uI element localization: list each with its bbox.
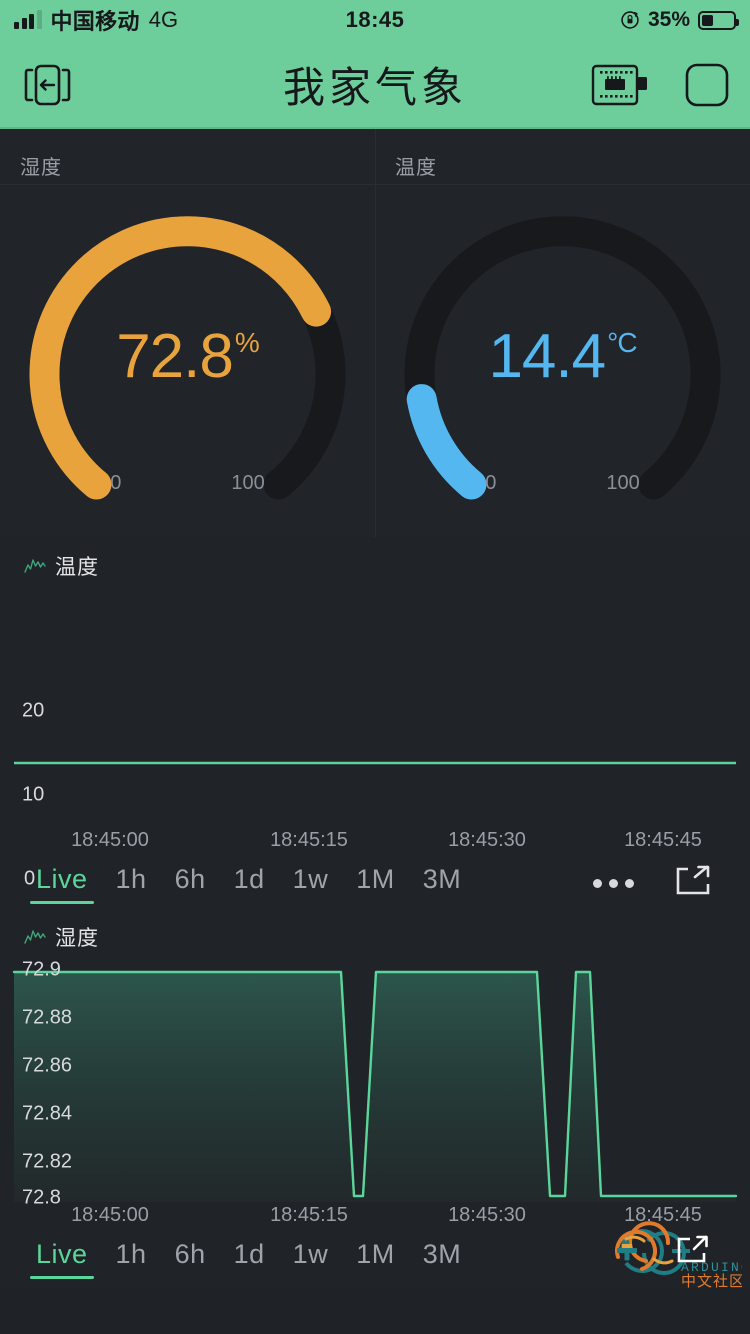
gauge-temperature-divider <box>375 184 750 185</box>
chart-humidity-plot: 72.9 72.88 72.86 72.84 72.82 72.8 <box>0 956 750 1209</box>
app-header: 我家气象 <box>0 40 750 129</box>
sparkline-icon <box>24 559 46 573</box>
battery-percent-label: 35% <box>647 8 690 31</box>
chart-humidity-title: 湿度 <box>55 927 99 950</box>
chart-temperature: 温度 20 10 0 18:45:00 18:45:15 18:45:30 18… <box>0 537 750 914</box>
chart-temperature-legend: 温度 <box>0 537 750 585</box>
carrier-label: 中国移动 <box>50 9 140 34</box>
chart-humidity: 湿度 72.9 72.88 72.86 72.84 72.82 72.8 18:… <box>0 914 750 1290</box>
gauge-temperature-number: 14.4 <box>488 322 606 391</box>
chart-humidity-range-tabs: Live 1h 6h 1d 1w 1M 3M <box>0 1227 750 1289</box>
rounded-square-icon[interactable] <box>684 62 730 108</box>
gauge-humidity-unit: % <box>234 327 260 358</box>
chart-temperature-range-tabs: Live 1h 6h 1d 1w 1M 3M <box>0 852 750 914</box>
range-tab-live[interactable]: Live <box>22 1237 102 1279</box>
range-tab-live[interactable]: Live <box>22 862 102 904</box>
gauge-humidity-dial: 72.8 % 0 100 <box>0 191 375 521</box>
gauge-temperature: 温度 14.4 °C 0 100 <box>375 129 750 537</box>
gauge-temperature-min: 0 <box>485 472 497 494</box>
chart-temperature-title: 温度 <box>55 556 99 579</box>
gauge-humidity-range: 0 100 <box>0 472 375 495</box>
rotation-lock-icon <box>621 11 639 29</box>
sparkline-icon <box>24 930 46 944</box>
microcontroller-board-icon[interactable] <box>590 62 652 108</box>
chart-humidity-legend: 湿度 <box>0 914 750 956</box>
range-tab-1M[interactable]: 1M <box>342 862 409 904</box>
expand-icon[interactable] <box>650 865 728 902</box>
range-tab-1h[interactable]: 1h <box>102 862 161 904</box>
gauge-temperature-max: 100 <box>606 472 640 494</box>
gauge-temperature-label: 温度 <box>395 157 437 179</box>
range-tab-1w[interactable]: 1w <box>279 862 343 904</box>
logout-icon[interactable] <box>20 61 74 109</box>
app-header-actions <box>590 62 730 108</box>
more-dots-icon[interactable] <box>577 878 650 888</box>
gauge-temperature-range: 0 100 <box>375 472 750 495</box>
gauge-humidity-number: 72.8 <box>116 322 234 391</box>
gauges-row: 湿度 72.8 % 0 100 温度 14.4 °C 0 100 <box>0 129 750 537</box>
status-bar: 中国移动 4G 18:45 35% <box>0 0 750 40</box>
range-tab-3M[interactable]: 3M <box>409 1237 476 1279</box>
chart-temperature-plot: 20 10 0 <box>0 585 750 890</box>
gauge-humidity: 湿度 72.8 % 0 100 <box>0 129 375 537</box>
gauge-humidity-max: 100 <box>231 472 265 494</box>
gauge-temperature-dial: 14.4 °C 0 100 <box>375 191 750 521</box>
range-tab-1w[interactable]: 1w <box>279 1237 343 1279</box>
range-tab-1d[interactable]: 1d <box>220 862 279 904</box>
range-tab-1M[interactable]: 1M <box>342 1237 409 1279</box>
gauge-humidity-label: 湿度 <box>20 157 62 179</box>
gauge-humidity-divider <box>0 184 375 185</box>
range-tab-1d[interactable]: 1d <box>220 1237 279 1279</box>
status-bar-right: 35% <box>620 8 739 32</box>
gauge-humidity-value: 72.8 % <box>0 321 375 392</box>
signal-bars-icon <box>14 10 42 29</box>
network-type-label: 4G <box>148 7 179 32</box>
gauge-temperature-unit: °C <box>607 327 637 358</box>
gauge-humidity-min: 0 <box>110 472 122 494</box>
range-tab-1h[interactable]: 1h <box>102 1237 161 1279</box>
range-tab-3M[interactable]: 3M <box>409 862 476 904</box>
status-bar-left: 中国移动 4G <box>14 4 178 36</box>
battery-icon <box>698 10 739 30</box>
gauge-temperature-value: 14.4 °C <box>375 321 750 392</box>
range-tab-6h[interactable]: 6h <box>161 862 220 904</box>
range-tab-6h[interactable]: 6h <box>161 1237 220 1279</box>
